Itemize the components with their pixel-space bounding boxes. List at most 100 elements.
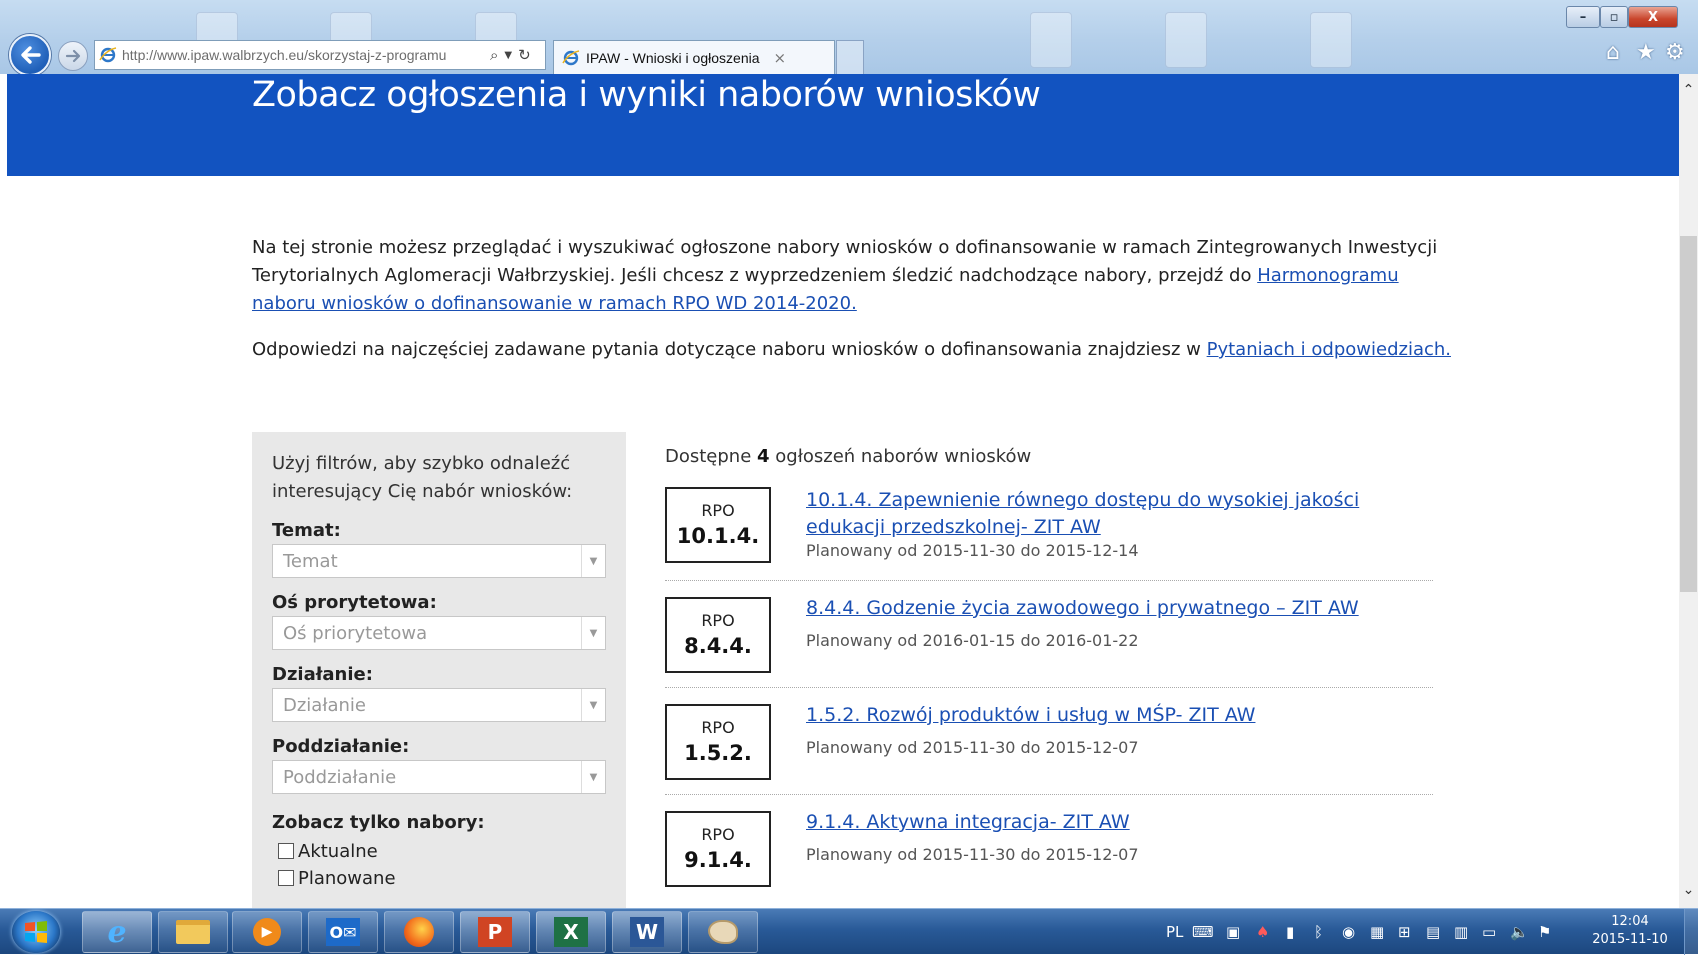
os-label: Oś prorytetowa: <box>272 592 437 613</box>
taskbar-powerpoint[interactable]: P <box>460 911 530 953</box>
result-date: Planowany od 2015-11-30 do 2015-12-07 <box>806 845 1139 864</box>
tray-app-icon[interactable]: ▤ <box>1426 923 1440 941</box>
taskbar-paint[interactable] <box>688 911 758 953</box>
forward-button[interactable] <box>58 41 88 71</box>
result-number: 9.1.4. <box>684 848 752 872</box>
home-icon[interactable]: ⌂ <box>1606 40 1620 65</box>
tray-app-icon[interactable]: ▦ <box>1370 923 1384 941</box>
refresh-icon[interactable]: ↻ <box>518 46 531 64</box>
clock-date: 2015-11-10 <box>1592 932 1668 947</box>
new-tab-button[interactable] <box>836 40 864 74</box>
result-title-link[interactable]: 8.4.4. Godzenie życia zawodowego i prywa… <box>806 595 1406 622</box>
media-player-icon: ▶ <box>253 918 281 946</box>
dzialanie-label: Działanie: <box>272 664 373 685</box>
scroll-thumb[interactable] <box>1680 236 1697 592</box>
scroll-down-icon[interactable]: ⌄ <box>1679 882 1698 900</box>
network-icon[interactable]: ⊞ <box>1398 923 1411 941</box>
address-url[interactable]: http://www.ipaw.walbrzych.eu/skorzystaj-… <box>122 47 484 63</box>
result-item: RPO 8.4.4. 8.4.4. Godzenie życia zawodow… <box>665 581 1433 688</box>
result-item: RPO 10.1.4. 10.1.4. Zapewnienie równego … <box>665 477 1433 581</box>
forward-arrow-icon <box>65 49 81 63</box>
poddzialanie-select[interactable]: Poddziałanie ▼ <box>272 760 606 794</box>
chevron-down-icon[interactable]: ▼ <box>581 545 605 577</box>
results-count: Dostępne 4 ogłoszeń naborów wniosków <box>665 446 1433 470</box>
temat-select[interactable]: Temat ▼ <box>272 544 606 578</box>
checkbox-planowane[interactable] <box>278 870 294 886</box>
tab-ipaw[interactable]: IPAW - Wnioski i ogłoszenia × <box>553 40 835 74</box>
taskbar-excel[interactable]: X <box>536 911 606 953</box>
checkbox-planowane-row[interactable]: Planowane <box>278 867 606 889</box>
result-date: Planowany od 2016-01-15 do 2016-01-22 <box>806 631 1139 650</box>
results-count-suffix: ogłoszeń naborów wniosków <box>775 446 1032 467</box>
vertical-scrollbar[interactable]: ⌃ ⌄ <box>1679 74 1698 908</box>
scroll-up-icon[interactable]: ⌃ <box>1679 82 1698 100</box>
maximize-button[interactable]: ▫ <box>1600 6 1628 28</box>
bluetooth-icon[interactable]: ᛒ <box>1314 923 1323 941</box>
taskbar-file-explorer[interactable] <box>158 911 228 953</box>
result-type: RPO <box>701 501 735 520</box>
checkbox-aktualne-label: Aktualne <box>298 840 378 862</box>
volume-icon[interactable]: 🔈 <box>1510 923 1529 941</box>
results-count-number: 4 <box>757 446 770 467</box>
chevron-down-icon[interactable]: ▼ <box>581 617 605 649</box>
dzialanie-select[interactable]: Działanie ▼ <box>272 688 606 722</box>
zobacz-label: Zobacz tylko nabory: <box>272 812 485 833</box>
acrobat-icon[interactable]: ♠ <box>1256 923 1269 941</box>
tab-title: IPAW - Wnioski i ogłoszenia <box>586 49 760 66</box>
taskbar-internet-explorer[interactable]: e <box>82 911 152 953</box>
taskbar-firefox[interactable] <box>384 911 454 953</box>
language-indicator[interactable]: PL <box>1166 923 1183 941</box>
search-icon[interactable]: ⌕ <box>490 46 498 64</box>
monitor-icon[interactable]: ▭ <box>1482 923 1496 941</box>
tray-app-icon[interactable]: ▣ <box>1226 923 1240 941</box>
faq-link[interactable]: Pytaniach i odpowiedziach. <box>1207 339 1451 360</box>
taskbar-clock[interactable]: 12:04 2015-11-10 <box>1582 913 1678 949</box>
result-number: 1.5.2. <box>684 741 752 765</box>
document-icon[interactable]: ▮ <box>1286 923 1294 941</box>
tray-app-icon[interactable]: ▥ <box>1454 923 1468 941</box>
back-button[interactable] <box>9 34 51 74</box>
taskbar-media-player[interactable]: ▶ <box>232 911 302 953</box>
powerpoint-icon: P <box>478 917 512 947</box>
word-icon: W <box>630 917 664 947</box>
result-title-link[interactable]: 9.1.4. Aktywna integracja- ZIT AW <box>806 809 1406 836</box>
result-type: RPO <box>701 718 735 737</box>
intro-paragraph-2: Odpowiedzi na najczęściej zadawane pytan… <box>252 336 1452 364</box>
chevron-down-icon[interactable]: ▼ <box>581 761 605 793</box>
page-title: Zobacz ogłoszenia i wyniki naborów wnios… <box>252 75 1041 115</box>
settings-gear-icon[interactable]: ⚙ <box>1665 40 1685 65</box>
result-type: RPO <box>701 825 735 844</box>
browser-chrome: – ▫ X http://www.ipaw.walbrzych.eu/skorz… <box>0 0 1698 74</box>
dropdown-arrow-icon[interactable]: ▼ <box>504 50 512 61</box>
result-item: RPO 9.1.4. 9.1.4. Aktywna integracja- ZI… <box>665 795 1433 902</box>
minimize-button[interactable]: – <box>1566 6 1600 28</box>
temat-placeholder: Temat <box>283 550 338 572</box>
desktop-ghost-icon <box>1310 12 1352 68</box>
back-arrow-icon <box>21 46 41 64</box>
result-badge: RPO 10.1.4. <box>665 487 771 563</box>
checkbox-aktualne-row[interactable]: Aktualne <box>278 840 606 862</box>
result-number: 10.1.4. <box>676 524 760 548</box>
keyboard-icon[interactable]: ⌨ <box>1192 923 1214 941</box>
start-button[interactable] <box>12 911 60 953</box>
result-title-link[interactable]: 10.1.4. Zapewnienie równego dostępu do w… <box>806 487 1406 541</box>
os-select[interactable]: Oś priorytetowa ▼ <box>272 616 606 650</box>
close-window-button[interactable]: X <box>1628 6 1678 28</box>
taskbar-word[interactable]: W <box>612 911 682 953</box>
address-bar[interactable]: http://www.ipaw.walbrzych.eu/skorzystaj-… <box>94 40 546 70</box>
taskbar-outlook[interactable]: O✉ <box>308 911 378 953</box>
sync-icon[interactable]: ◉ <box>1342 923 1355 941</box>
paint-palette-icon <box>708 920 738 944</box>
intro-text: Na tej stronie możesz przeglądać i wyszu… <box>252 234 1452 364</box>
hero-banner: Zobacz ogłoszenia i wyniki naborów wnios… <box>7 74 1679 176</box>
results-list: Dostępne 4 ogłoszeń naborów wniosków RPO… <box>665 446 1433 902</box>
checkbox-aktualne[interactable] <box>278 843 294 859</box>
filter-panel: Użyj filtrów, aby szybko odnaleźć intere… <box>252 432 626 908</box>
show-desktop-button[interactable] <box>1684 909 1698 955</box>
action-center-flag-icon[interactable]: ⚑ <box>1538 923 1551 941</box>
intro-paragraph-1: Na tej stronie możesz przeglądać i wyszu… <box>252 234 1452 318</box>
close-tab-icon[interactable]: × <box>774 49 787 67</box>
favorites-star-icon[interactable]: ★ <box>1636 40 1656 65</box>
chevron-down-icon[interactable]: ▼ <box>581 689 605 721</box>
result-title-link[interactable]: 1.5.2. Rozwój produktów i usług w MŚP- Z… <box>806 702 1406 729</box>
